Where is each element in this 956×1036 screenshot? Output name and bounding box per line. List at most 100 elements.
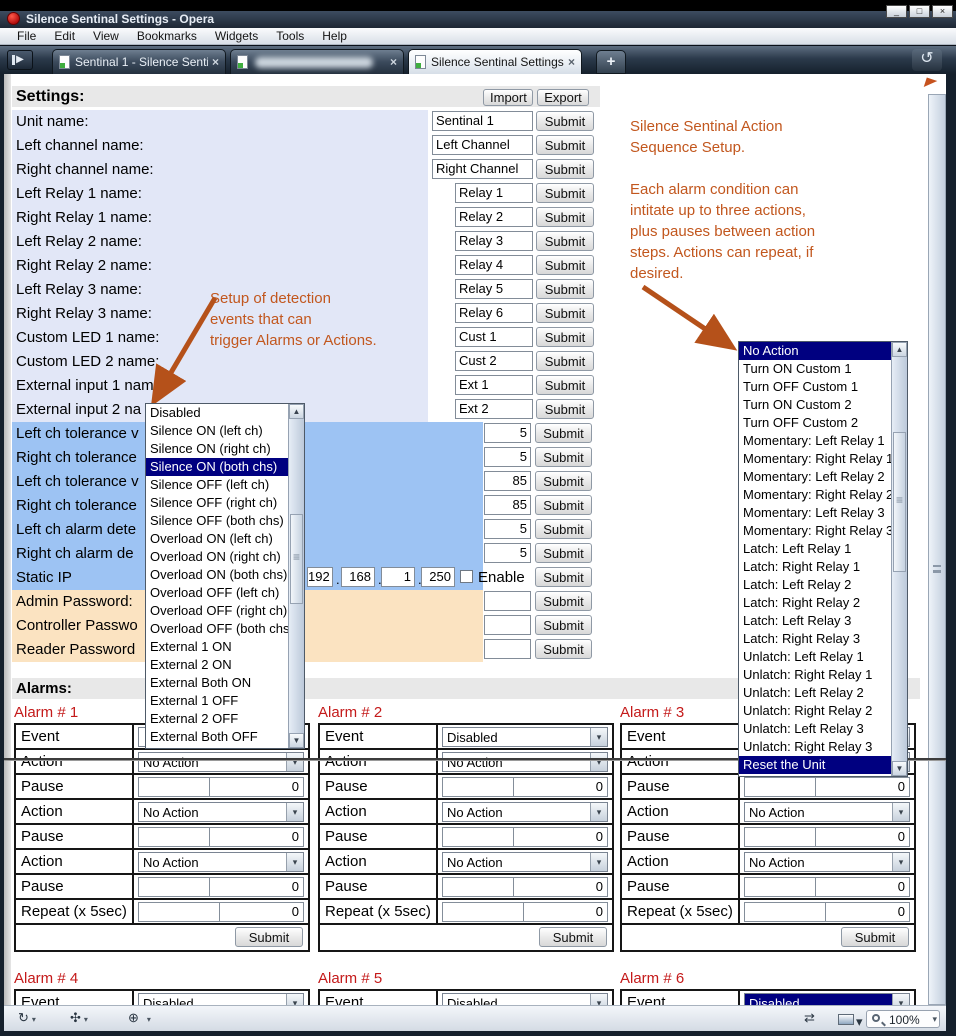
pause-input[interactable]: 0 <box>815 827 910 847</box>
dropdown-option[interactable]: External Both ON <box>146 674 288 692</box>
dropdown-option[interactable]: Unlatch: Left Relay 2 <box>739 684 891 702</box>
dropdown-option[interactable]: Momentary: Left Relay 1 <box>739 432 891 450</box>
menu-item[interactable]: View <box>84 29 128 43</box>
submit-button[interactable]: Submit <box>535 591 592 611</box>
action-select[interactable]: No Action▾ <box>442 802 608 822</box>
scrollbar-thumb[interactable] <box>893 432 906 572</box>
setting-input[interactable]: Left Channel <box>432 135 533 155</box>
dropdown-option[interactable]: Unlatch: Right Relay 3 <box>739 738 891 756</box>
scroll-up-icon[interactable]: ▲ <box>289 404 304 419</box>
setting-input[interactable]: 85 <box>484 495 531 515</box>
submit-button[interactable]: Submit <box>535 615 592 635</box>
reopen-closed-tabs-icon[interactable]: ↺ <box>912 49 942 71</box>
action-select[interactable]: No Action▾ <box>138 802 304 822</box>
pause-input[interactable]: 0 <box>513 877 608 897</box>
dropdown-option[interactable]: Latch: Right Relay 1 <box>739 558 891 576</box>
dropdown-option[interactable]: Silence ON (both chs) <box>146 458 288 476</box>
setting-input[interactable]: Ext 1 <box>455 375 533 395</box>
scrollbar-thumb[interactable] <box>290 514 303 604</box>
password-input[interactable] <box>484 591 531 611</box>
submit-button[interactable]: Submit <box>536 327 594 347</box>
submit-button[interactable]: Submit <box>536 303 594 323</box>
browser-tab[interactable]: Sentinal 1 - Silence Sentinal × <box>52 49 226 74</box>
setting-input[interactable]: Cust 1 <box>455 327 533 347</box>
menu-item[interactable]: Bookmarks <box>128 29 206 43</box>
submit-button[interactable]: Submit <box>536 183 594 203</box>
setting-input[interactable]: 5 <box>484 423 531 443</box>
pause-input[interactable]: 0 <box>815 877 910 897</box>
event-select[interactable]: Disabled▾ <box>744 993 910 1005</box>
submit-button[interactable]: Submit <box>535 543 592 563</box>
event-select[interactable]: Disabled▾ <box>442 993 608 1005</box>
ip-octet-input[interactable]: 192 <box>307 567 333 587</box>
pause-input[interactable]: 0 <box>209 827 304 847</box>
setting-input[interactable]: 85 <box>484 471 531 491</box>
dropdown-option[interactable]: External Both OFF <box>146 728 288 746</box>
pause-input[interactable]: 0 <box>209 777 304 797</box>
dropdown-option[interactable]: External 2 ON <box>146 656 288 674</box>
import-button[interactable]: Import <box>483 89 533 106</box>
action-select[interactable]: No Action▾ <box>744 802 910 822</box>
dropdown-option[interactable]: Silence OFF (left ch) <box>146 476 288 494</box>
dropdown-option[interactable]: Turn OFF Custom 1 <box>739 378 891 396</box>
zoom-control[interactable]: 100% ▾ <box>866 1010 940 1028</box>
pause-input[interactable]: 0 <box>815 777 910 797</box>
setting-input[interactable]: 5 <box>484 447 531 467</box>
dropdown-option[interactable]: Unlatch: Right Relay 2 <box>739 702 891 720</box>
menu-item[interactable]: Widgets <box>206 29 267 43</box>
pause-input[interactable]: 0 <box>513 827 608 847</box>
submit-button[interactable]: Submit <box>536 111 594 131</box>
dropdown-scrollbar[interactable]: ▲ ▼ <box>891 342 907 776</box>
dropdown-option[interactable]: Latch: Left Relay 3 <box>739 612 891 630</box>
submit-button[interactable]: Submit <box>535 639 592 659</box>
dropdown-option[interactable]: Disabled <box>146 404 288 422</box>
dropdown-option[interactable]: Overload OFF (left ch) <box>146 584 288 602</box>
browser-tab[interactable]: Silence Sentinal Settings × <box>408 49 582 74</box>
setting-input[interactable]: Relay 2 <box>455 207 533 227</box>
dropdown-option[interactable]: Momentary: Left Relay 3 <box>739 504 891 522</box>
dropdown-option[interactable]: Turn OFF Custom 2 <box>739 414 891 432</box>
setting-input[interactable]: Right Channel <box>432 159 533 179</box>
action-select[interactable]: No Action▾ <box>442 752 608 772</box>
browser-tab[interactable]: × <box>230 49 404 74</box>
dropdown-option[interactable]: Overload OFF (both chs) <box>146 620 288 638</box>
dropdown-option[interactable]: Reset the Unit <box>739 756 891 774</box>
dropdown-option[interactable]: Unlatch: Left Relay 1 <box>739 648 891 666</box>
dropdown-option[interactable]: Momentary: Right Relay 3 <box>739 522 891 540</box>
dropdown-option[interactable]: Silence OFF (both chs) <box>146 512 288 530</box>
dropdown-option[interactable]: Unlatch: Right Relay 1 <box>739 666 891 684</box>
dropdown-scrollbar[interactable]: ▲ ▼ <box>288 404 304 748</box>
minimize-button[interactable]: _ <box>886 5 907 18</box>
maximize-button[interactable]: □ <box>909 5 930 18</box>
menu-item[interactable]: Edit <box>45 29 84 43</box>
password-input[interactable] <box>484 615 531 635</box>
dropdown-option[interactable]: Turn ON Custom 1 <box>739 360 891 378</box>
dropdown-option[interactable]: Silence ON (right ch) <box>146 440 288 458</box>
action-select[interactable]: No Action▾ <box>744 852 910 872</box>
ip-octet-input[interactable]: 250 <box>421 567 455 587</box>
new-tab-button[interactable]: + <box>596 50 626 74</box>
repeat-input[interactable]: 0 <box>523 902 608 922</box>
alarm-submit-button[interactable]: Submit <box>235 927 303 947</box>
dropdown-option[interactable]: Latch: Left Relay 1 <box>739 540 891 558</box>
network-icon[interactable]: ⊕▾ <box>128 1010 151 1026</box>
tab-close-icon[interactable]: × <box>212 55 219 69</box>
scroll-down-icon[interactable]: ▼ <box>289 733 304 748</box>
submit-button[interactable]: Submit <box>535 495 592 515</box>
dropdown-option[interactable]: Latch: Left Relay 2 <box>739 576 891 594</box>
dropdown-option[interactable]: Overload ON (both chs) <box>146 566 288 584</box>
dropdown-option[interactable]: External 1 ON <box>146 638 288 656</box>
submit-button[interactable]: Submit <box>536 279 594 299</box>
submit-button[interactable]: Submit <box>536 159 594 179</box>
image-toggle-icon[interactable] <box>838 1014 854 1025</box>
setting-input[interactable]: Sentinal 1 <box>432 111 533 131</box>
scroll-up-icon[interactable]: ▲ <box>892 342 907 357</box>
dropdown-option[interactable]: Turn ON Custom 2 <box>739 396 891 414</box>
submit-button[interactable]: Submit <box>536 255 594 275</box>
dropdown-option[interactable]: Overload ON (left ch) <box>146 530 288 548</box>
export-button[interactable]: Export <box>537 89 589 106</box>
setting-input[interactable]: Relay 6 <box>455 303 533 323</box>
fit-width-icon[interactable]: ⇄ <box>804 1010 815 1026</box>
dropdown-option[interactable]: External 1 OFF <box>146 692 288 710</box>
static-ip-enable-checkbox[interactable] <box>460 570 473 583</box>
